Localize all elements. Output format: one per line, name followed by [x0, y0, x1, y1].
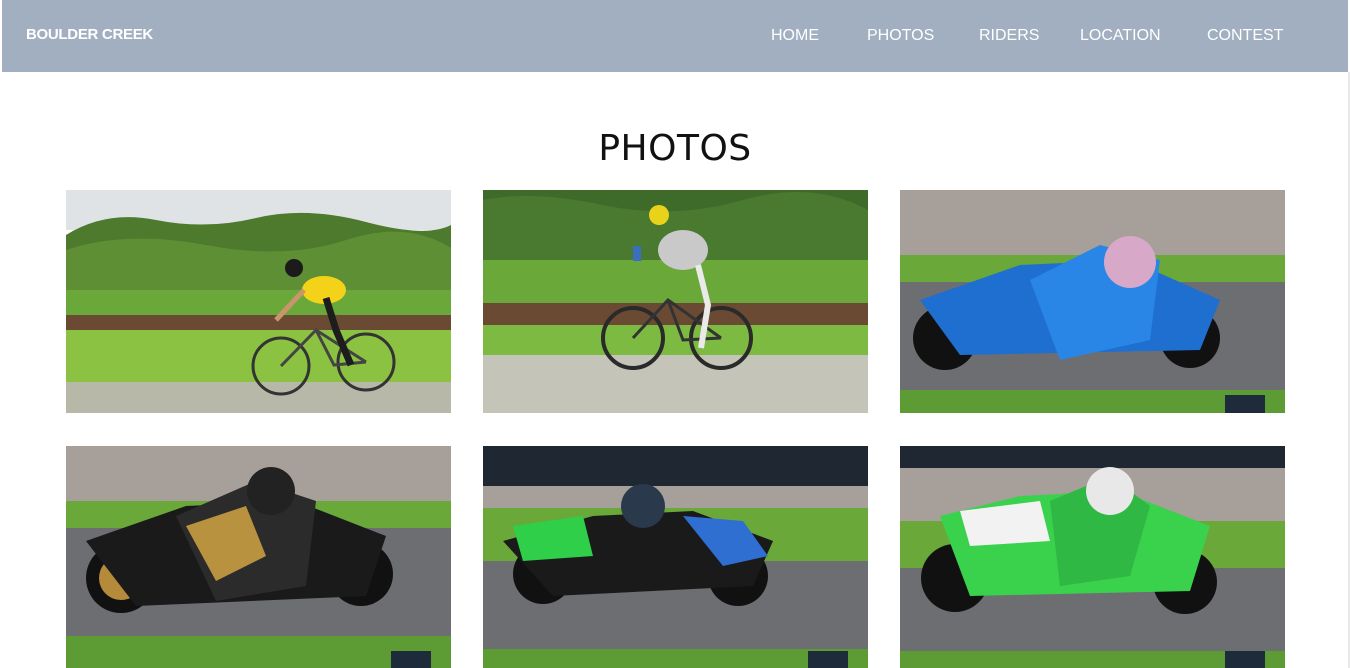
- photo-image: [483, 190, 868, 413]
- nav-photos[interactable]: PHOTOS: [867, 27, 934, 45]
- top-navbar: BOULDER CREEK HOME PHOTOS RIDERS LOCATIO…: [2, 0, 1348, 72]
- photo-image: [900, 446, 1285, 668]
- page: BOULDER CREEK HOME PHOTOS RIDERS LOCATIO…: [2, 0, 1348, 668]
- page-title: PHOTOS: [598, 128, 752, 169]
- photo-image: [66, 446, 451, 668]
- brand-logo[interactable]: BOULDER CREEK: [26, 26, 153, 43]
- photo-image: [483, 446, 868, 668]
- nav-home[interactable]: HOME: [771, 27, 819, 45]
- photo-cyclist-yellow[interactable]: [66, 190, 451, 413]
- photo-cyclist-grey[interactable]: [483, 190, 868, 413]
- photo-image: [900, 190, 1285, 413]
- photo-image: [66, 190, 451, 413]
- photo-racer-green-white[interactable]: [900, 446, 1285, 668]
- photo-racer-blue[interactable]: [900, 190, 1285, 413]
- nav-riders[interactable]: RIDERS: [979, 27, 1039, 45]
- nav-location[interactable]: LOCATION: [1080, 27, 1161, 45]
- photo-racer-gold[interactable]: [66, 446, 451, 668]
- nav-contest[interactable]: CONTEST: [1207, 27, 1283, 45]
- photo-racer-green-black[interactable]: [483, 446, 868, 668]
